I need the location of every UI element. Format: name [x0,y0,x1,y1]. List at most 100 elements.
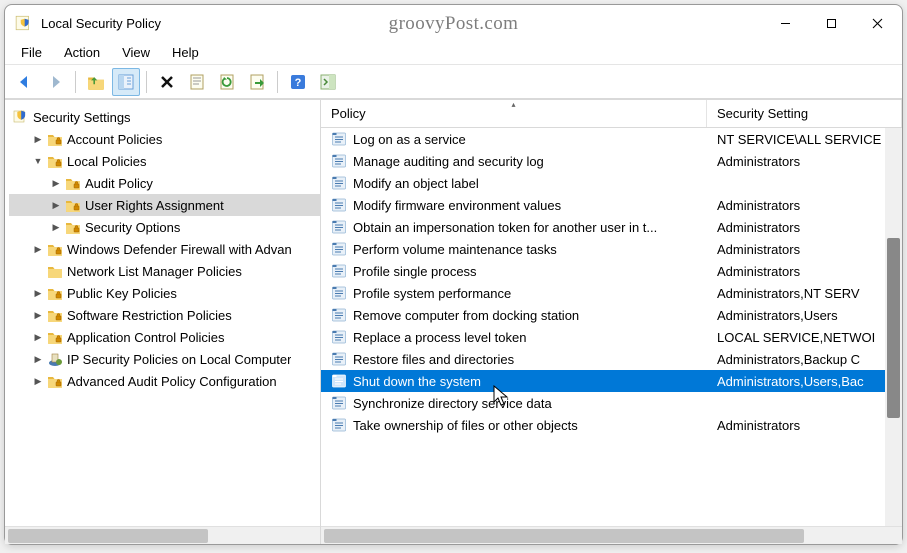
tree-item[interactable]: ▶ Security Options [9,216,320,238]
cell-setting: Administrators [707,242,902,257]
cell-setting: Administrators,Users [707,308,902,323]
chevron-right-icon[interactable]: ▶ [31,308,45,322]
tree-item[interactable]: ▼Local Policies [9,150,320,172]
chevron-right-icon[interactable]: ▶ [31,330,45,344]
forward-button[interactable] [41,68,69,96]
tree[interactable]: Security Settings▶Account Policies▼Local… [5,104,320,526]
cell-policy: Take ownership of files or other objects [321,417,707,433]
refresh-button[interactable] [213,68,241,96]
tree-item[interactable]: ▶ Software Restriction Policies [9,304,320,326]
chevron-right-icon[interactable]: ▶ [49,198,63,212]
tree-item-label: Software Restriction Policies [67,308,232,323]
folder-icon [47,131,63,147]
delete-button[interactable] [153,68,181,96]
policy-icon [331,373,347,389]
policy-name: Perform volume maintenance tasks [353,242,557,257]
properties-button[interactable] [183,68,211,96]
tree-item[interactable]: ▶User Rights Assignment [9,194,320,216]
folder-icon [65,219,81,235]
list-row[interactable]: Modify firmware environment valuesAdmini… [321,194,902,216]
tree-h-scrollbar[interactable] [5,526,320,544]
cell-policy: Perform volume maintenance tasks [321,241,707,257]
list-row[interactable]: Obtain an impersonation token for anothe… [321,216,902,238]
list-row[interactable]: Restore files and directoriesAdministrat… [321,348,902,370]
list-row[interactable]: Remove computer from docking station Admi… [321,304,902,326]
tree-item-label: Windows Defender Firewall with Advan [67,242,292,257]
list-row[interactable]: Log on as a serviceNT SERVICE\ALL SERVIC… [321,128,902,150]
tree-item[interactable]: ▶ Windows Defender Firewall with Advan [9,238,320,260]
cell-policy: Modify an object label [321,175,707,191]
list-row[interactable]: Replace a process level tokenLOCAL SERVI… [321,326,902,348]
cell-policy: Shut down the system [321,373,707,389]
policy-icon [331,219,347,235]
policy-icon [331,175,347,191]
policy-name: Profile system performance [353,286,511,301]
policy-name: Modify firmware environment values [353,198,561,213]
policy-icon [331,329,347,345]
chevron-right-icon[interactable]: ▶ [31,352,45,366]
chevron-right-icon[interactable]: ▶ [49,220,63,234]
tree-item-label: Advanced Audit Policy Configuration [67,374,277,389]
list-row[interactable]: Manage auditing and security logAdminist… [321,150,902,172]
column-header-setting-label: Security Setting [717,106,808,121]
folder-icon [65,197,81,213]
chevron-right-icon[interactable]: ▶ [49,176,63,190]
back-button[interactable] [11,68,39,96]
menu-help[interactable]: Help [162,43,209,62]
tree-item[interactable]: ▶ Advanced Audit Policy Configuration [9,370,320,392]
tree-item[interactable]: ▶Account Policies [9,128,320,150]
tree-root[interactable]: Security Settings [9,106,320,128]
chevron-right-icon[interactable]: ▶ [31,242,45,256]
policy-name: Manage auditing and security log [353,154,544,169]
column-header-policy[interactable]: Policy ▴ [321,100,707,127]
policy-icon [331,241,347,257]
menu-file[interactable]: File [11,43,52,62]
policy-name: Remove computer from docking station [353,308,579,323]
list-v-scrollbar[interactable] [885,128,902,526]
tree-item-label: Security Options [85,220,180,235]
action-pane-button[interactable] [314,68,342,96]
watermark-text: groovyPost.com [389,13,519,35]
menu-view[interactable]: View [112,43,160,62]
help-button[interactable]: ? [284,68,312,96]
tree-item[interactable]: ▶Audit Policy [9,172,320,194]
shield-icon [13,109,29,125]
list-row[interactable]: Take ownership of files or other objects… [321,414,902,436]
column-header-setting[interactable]: Security Setting [707,100,902,127]
cell-setting: Administrators,Users,Bac [707,374,902,389]
tree-item[interactable]: ▶Public Key Policies [9,282,320,304]
chevron-right-icon[interactable]: ▶ [31,374,45,388]
maximize-button[interactable] [808,5,854,41]
minimize-button[interactable] [762,5,808,41]
toolbar-separator [277,71,278,93]
tree-item[interactable]: Network List Manager Policies [9,260,320,282]
policy-name: Obtain an impersonation token for anothe… [353,220,657,235]
folder-icon [47,285,63,301]
app-shield-icon [15,14,33,32]
tree-item[interactable]: ▶Application Control Policies [9,326,320,348]
menu-action[interactable]: Action [54,43,110,62]
policy-name: Shut down the system [353,374,481,389]
titlebar: Local Security Policy groovyPost.com [5,5,902,41]
close-button[interactable] [854,5,900,41]
list-row[interactable]: Synchronize directory service data [321,392,902,414]
list-row[interactable]: Perform volume maintenance tasks Administ… [321,238,902,260]
up-button[interactable] [82,68,110,96]
policy-icon [331,307,347,323]
show-hide-tree-button[interactable] [112,68,140,96]
export-button[interactable] [243,68,271,96]
list-row[interactable]: Profile single processAdministrators [321,260,902,282]
list-body[interactable]: Log on as a serviceNT SERVICE\ALL SERVIC… [321,128,902,526]
folder-icon [65,175,81,191]
list-row[interactable]: Shut down the system Administrators,Users… [321,370,902,392]
chevron-right-icon[interactable]: ▶ [31,286,45,300]
window: Local Security Policy groovyPost.com Fil… [4,4,903,545]
chevron-down-icon[interactable]: ▼ [31,154,45,168]
ipsec-icon [47,351,63,367]
list-h-scrollbar[interactable] [321,526,902,544]
list-row[interactable]: Profile system performanceAdministrators… [321,282,902,304]
list-row[interactable]: Modify an object label [321,172,902,194]
policy-name: Log on as a service [353,132,466,147]
tree-item[interactable]: ▶IP Security Policies on Local Computer [9,348,320,370]
chevron-right-icon[interactable]: ▶ [31,132,45,146]
